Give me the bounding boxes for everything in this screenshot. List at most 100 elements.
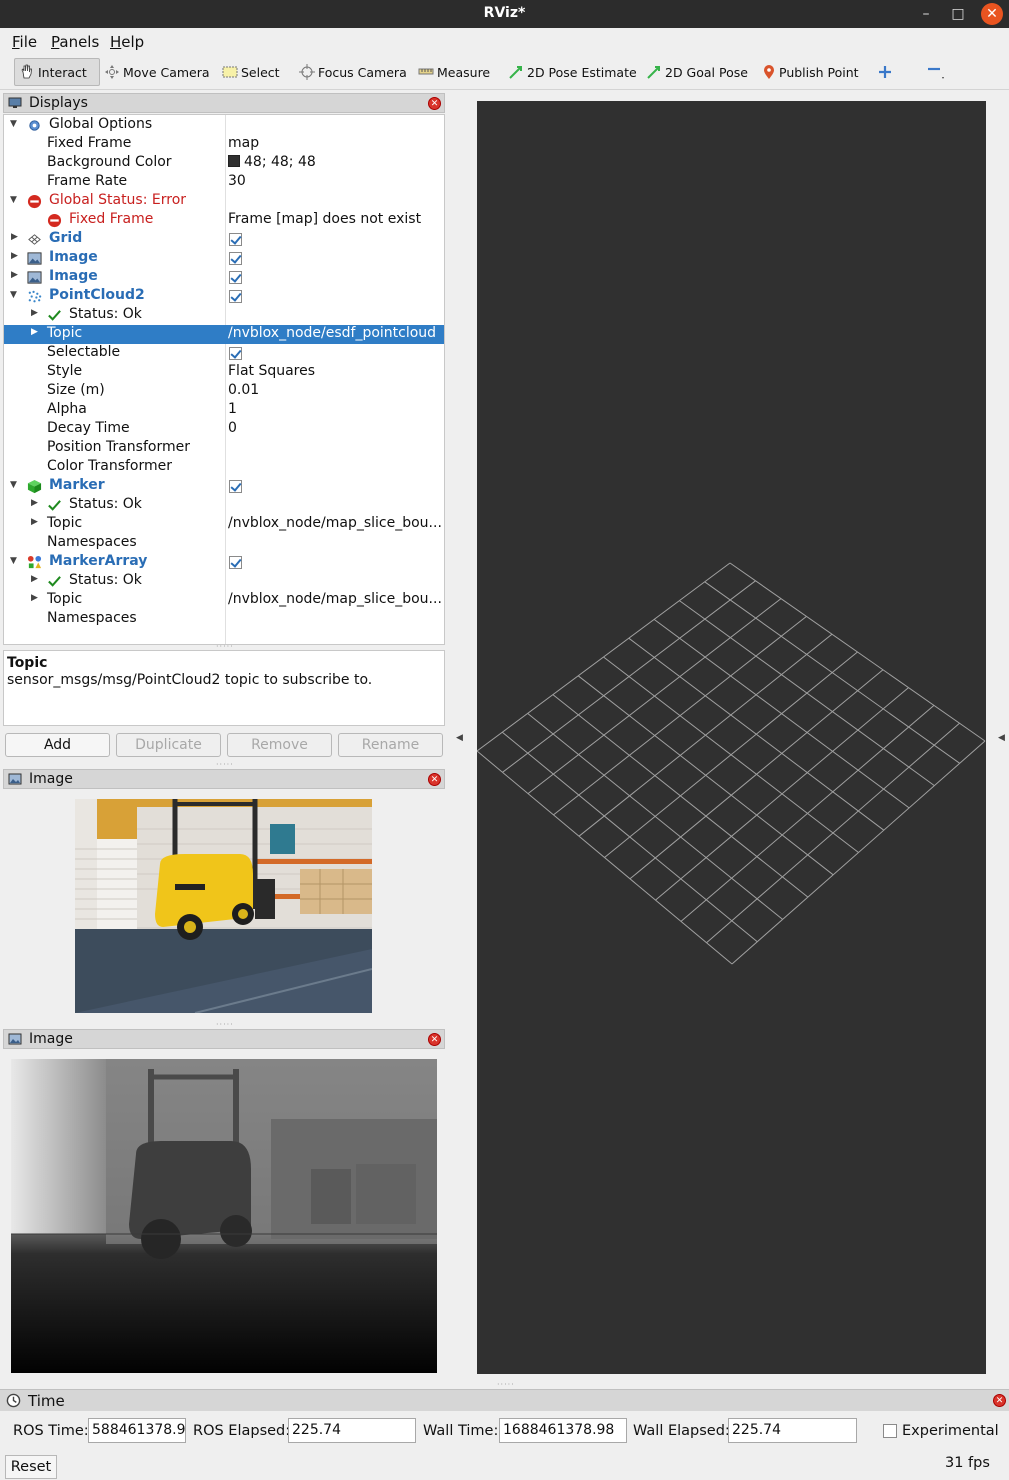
- tree-row-markerarray[interactable]: ▼ MarkerArray: [4, 553, 444, 572]
- tree-row-size[interactable]: Size (m) 0.01: [4, 382, 444, 401]
- topic-value[interactable]: /nvblox_node/map_slice_bou...: [228, 591, 444, 607]
- collapse-arrow-icon[interactable]: ▼: [10, 480, 17, 490]
- tree-row-image[interactable]: ▶ Image: [4, 268, 444, 287]
- expand-arrow-icon[interactable]: ▶: [11, 232, 18, 242]
- style-value[interactable]: Flat Squares: [228, 363, 444, 379]
- frame-rate-value[interactable]: 30: [228, 173, 444, 189]
- splitter-handle[interactable]: ·····: [216, 1020, 234, 1029]
- splitter-handle[interactable]: ·····: [497, 1380, 515, 1389]
- expand-arrow-icon[interactable]: ▶: [31, 498, 38, 508]
- reset-button[interactable]: Reset: [5, 1455, 57, 1479]
- topic-value[interactable]: /nvblox_node/esdf_pointcloud: [228, 325, 444, 341]
- image-enabled-checkbox[interactable]: [229, 271, 242, 284]
- expand-arrow-icon[interactable]: ▶: [31, 574, 38, 584]
- depth-image-panel-close-icon[interactable]: ✕: [428, 1033, 441, 1046]
- selectable-checkbox[interactable]: [229, 347, 242, 360]
- tree-row-frame-rate[interactable]: Frame Rate 30: [4, 173, 444, 192]
- duplicate-button[interactable]: Duplicate: [116, 733, 221, 757]
- maximize-button[interactable]: □: [947, 3, 969, 25]
- rename-button[interactable]: Rename: [338, 733, 443, 757]
- tree-row-grid[interactable]: ▶ Grid: [4, 230, 444, 249]
- collapse-arrow-icon[interactable]: ▼: [10, 195, 17, 205]
- tree-row-global-status[interactable]: ▼ Global Status: Error: [4, 192, 444, 211]
- tree-row-selectable[interactable]: Selectable: [4, 344, 444, 363]
- remove-button[interactable]: Remove: [227, 733, 332, 757]
- ros-elapsed-label: ROS Elapsed:: [193, 1423, 291, 1439]
- experimental-checkbox[interactable]: [883, 1424, 897, 1438]
- add-tool-button[interactable]: [874, 58, 899, 86]
- measure-tool-button[interactable]: Measure: [414, 58, 494, 86]
- menu-file[interactable]: File: [12, 33, 37, 51]
- collapse-right-arrow-icon[interactable]: ◀: [998, 733, 1005, 743]
- tree-row-status-ok[interactable]: ▶ Status: Ok: [4, 572, 444, 591]
- ros-elapsed-field[interactable]: 225.74: [288, 1418, 416, 1443]
- tree-row-topic-selected[interactable]: ▶ Topic /nvblox_node/esdf_pointcloud: [4, 325, 444, 344]
- map-pin-icon: [764, 65, 774, 79]
- grid-line: [680, 705, 935, 922]
- time-panel-close-icon[interactable]: ✕: [993, 1394, 1006, 1407]
- description-title: Topic: [7, 655, 48, 671]
- expand-arrow-icon[interactable]: ▶: [11, 270, 18, 280]
- ros-time-field[interactable]: 588461378.95: [88, 1418, 186, 1443]
- tree-row-status-ok[interactable]: ▶ Status: Ok: [4, 496, 444, 515]
- size-value[interactable]: 0.01: [228, 382, 444, 398]
- grid-enabled-checkbox[interactable]: [229, 233, 242, 246]
- close-button[interactable]: ✕: [981, 3, 1003, 25]
- remove-tool-button[interactable]: [922, 58, 953, 86]
- fixed-frame-value[interactable]: map: [228, 135, 444, 151]
- tree-row-fixed-frame-error[interactable]: Fixed Frame Frame [map] does not exist: [4, 211, 444, 230]
- markerarray-enabled-checkbox[interactable]: [229, 556, 242, 569]
- pointcloud2-enabled-checkbox[interactable]: [229, 290, 242, 303]
- collapse-arrow-icon[interactable]: ▼: [10, 119, 17, 129]
- tree-row-color-transformer[interactable]: Color Transformer: [4, 458, 444, 477]
- marker-array-icon: [27, 555, 42, 569]
- tree-row-image[interactable]: ▶ Image: [4, 249, 444, 268]
- tree-row-position-transformer[interactable]: Position Transformer: [4, 439, 444, 458]
- tree-row-topic[interactable]: ▶ Topic /nvblox_node/map_slice_bou...: [4, 515, 444, 534]
- tree-row-fixed-frame[interactable]: Fixed Frame map: [4, 135, 444, 154]
- collapse-arrow-icon[interactable]: ▼: [10, 556, 17, 566]
- tree-row-status-ok[interactable]: ▶ Status: Ok: [4, 306, 444, 325]
- menu-help[interactable]: Help: [110, 33, 144, 51]
- expand-arrow-icon[interactable]: ▶: [31, 308, 38, 318]
- tree-row-namespaces[interactable]: Namespaces: [4, 610, 444, 629]
- decay-time-value[interactable]: 0: [228, 420, 444, 436]
- tree-row-topic[interactable]: ▶ Topic /nvblox_node/map_slice_bou...: [4, 591, 444, 610]
- collapse-left-arrow-icon[interactable]: ◀: [456, 733, 463, 743]
- splitter-handle[interactable]: ·····: [216, 760, 234, 769]
- expand-arrow-icon[interactable]: ▶: [31, 593, 38, 603]
- tree-row-global-options[interactable]: ▼ Global Options: [4, 116, 444, 135]
- publish-point-tool-button[interactable]: Publish Point: [758, 58, 863, 86]
- topic-value[interactable]: /nvblox_node/map_slice_bou...: [228, 515, 444, 531]
- tree-row-background-color[interactable]: Background Color 48; 48; 48: [4, 154, 444, 173]
- focus-camera-tool-button[interactable]: Focus Camera: [295, 58, 411, 86]
- tree-row-pointcloud2[interactable]: ▼ PointCloud2: [4, 287, 444, 306]
- add-button[interactable]: Add: [5, 733, 110, 757]
- minimize-button[interactable]: –: [915, 3, 937, 25]
- marker-enabled-checkbox[interactable]: [229, 480, 242, 493]
- tree-row-alpha[interactable]: Alpha 1: [4, 401, 444, 420]
- expand-arrow-icon[interactable]: ▶: [11, 251, 18, 261]
- displays-close-icon[interactable]: ✕: [428, 97, 441, 110]
- select-tool-button[interactable]: Select: [218, 58, 284, 86]
- interact-tool-button[interactable]: Interact: [14, 58, 100, 86]
- collapse-arrow-icon[interactable]: ▼: [10, 290, 17, 300]
- background-color-value[interactable]: 48; 48; 48: [228, 154, 444, 170]
- image-panel-close-icon[interactable]: ✕: [428, 773, 441, 786]
- alpha-value[interactable]: 1: [228, 401, 444, 417]
- move-camera-tool-button[interactable]: Move Camera: [100, 58, 214, 86]
- 3d-render-view[interactable]: [476, 101, 986, 1374]
- wall-time-field[interactable]: 1688461378.98: [499, 1418, 627, 1443]
- tree-row-style[interactable]: Style Flat Squares: [4, 363, 444, 382]
- image-enabled-checkbox[interactable]: [229, 252, 242, 265]
- tree-row-decay-time[interactable]: Decay Time 0: [4, 420, 444, 439]
- goal-pose-tool-button[interactable]: 2D Goal Pose: [642, 58, 752, 86]
- expand-arrow-icon[interactable]: ▶: [31, 327, 38, 337]
- pose-estimate-tool-button[interactable]: 2D Pose Estimate: [504, 58, 641, 86]
- expand-arrow-icon[interactable]: ▶: [31, 517, 38, 527]
- tree-row-namespaces[interactable]: Namespaces: [4, 534, 444, 553]
- wall-elapsed-field[interactable]: 225.74: [728, 1418, 857, 1443]
- error-icon: [47, 213, 62, 228]
- menu-panels[interactable]: Panels: [51, 33, 99, 51]
- tree-row-marker[interactable]: ▼ Marker: [4, 477, 444, 496]
